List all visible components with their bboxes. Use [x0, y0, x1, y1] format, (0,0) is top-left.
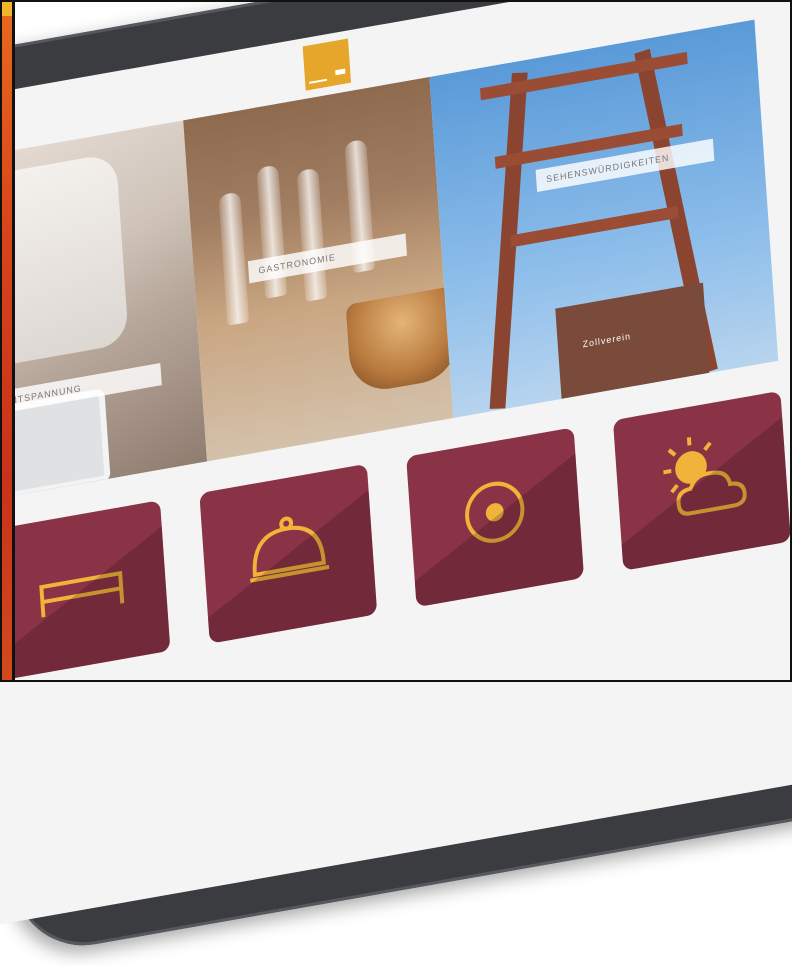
icon-tile-cloche[interactable] [199, 463, 378, 644]
corner-accent [0, 0, 13, 16]
logo-line [309, 78, 327, 84]
category-tile-gastronomy[interactable]: Gastronomie [183, 76, 454, 462]
logo-arrow-icon [335, 68, 346, 76]
wine-glass-image [218, 191, 250, 326]
tablet-screen: Entspannung Gastronomie Sehenswürdigkeit… [0, 0, 792, 930]
bread-basket-image [345, 285, 454, 396]
wine-glass-image [296, 167, 328, 302]
weather-sun-cloud-icon [663, 437, 747, 516]
left-edge-strip [0, 0, 15, 682]
app-logo[interactable] [302, 38, 352, 91]
icon-tile-weather[interactable] [612, 390, 791, 571]
icon-tile-bed[interactable] [0, 500, 171, 681]
tower-beam [510, 205, 679, 248]
tower-building [555, 282, 710, 399]
tablet-device: Entspannung Gastronomie Sehenswürdigkeit… [0, 0, 792, 957]
category-tile-relaxation[interactable]: Entspannung [0, 120, 208, 509]
icon-tile-camera[interactable] [406, 427, 585, 608]
camera-icon [465, 481, 525, 543]
bed-sheet-image [0, 152, 129, 371]
category-tile-sights[interactable]: Sehenswürdigkeiten Zollverein [429, 19, 779, 419]
cloche-icon [250, 516, 330, 583]
bed-icon [39, 570, 125, 618]
